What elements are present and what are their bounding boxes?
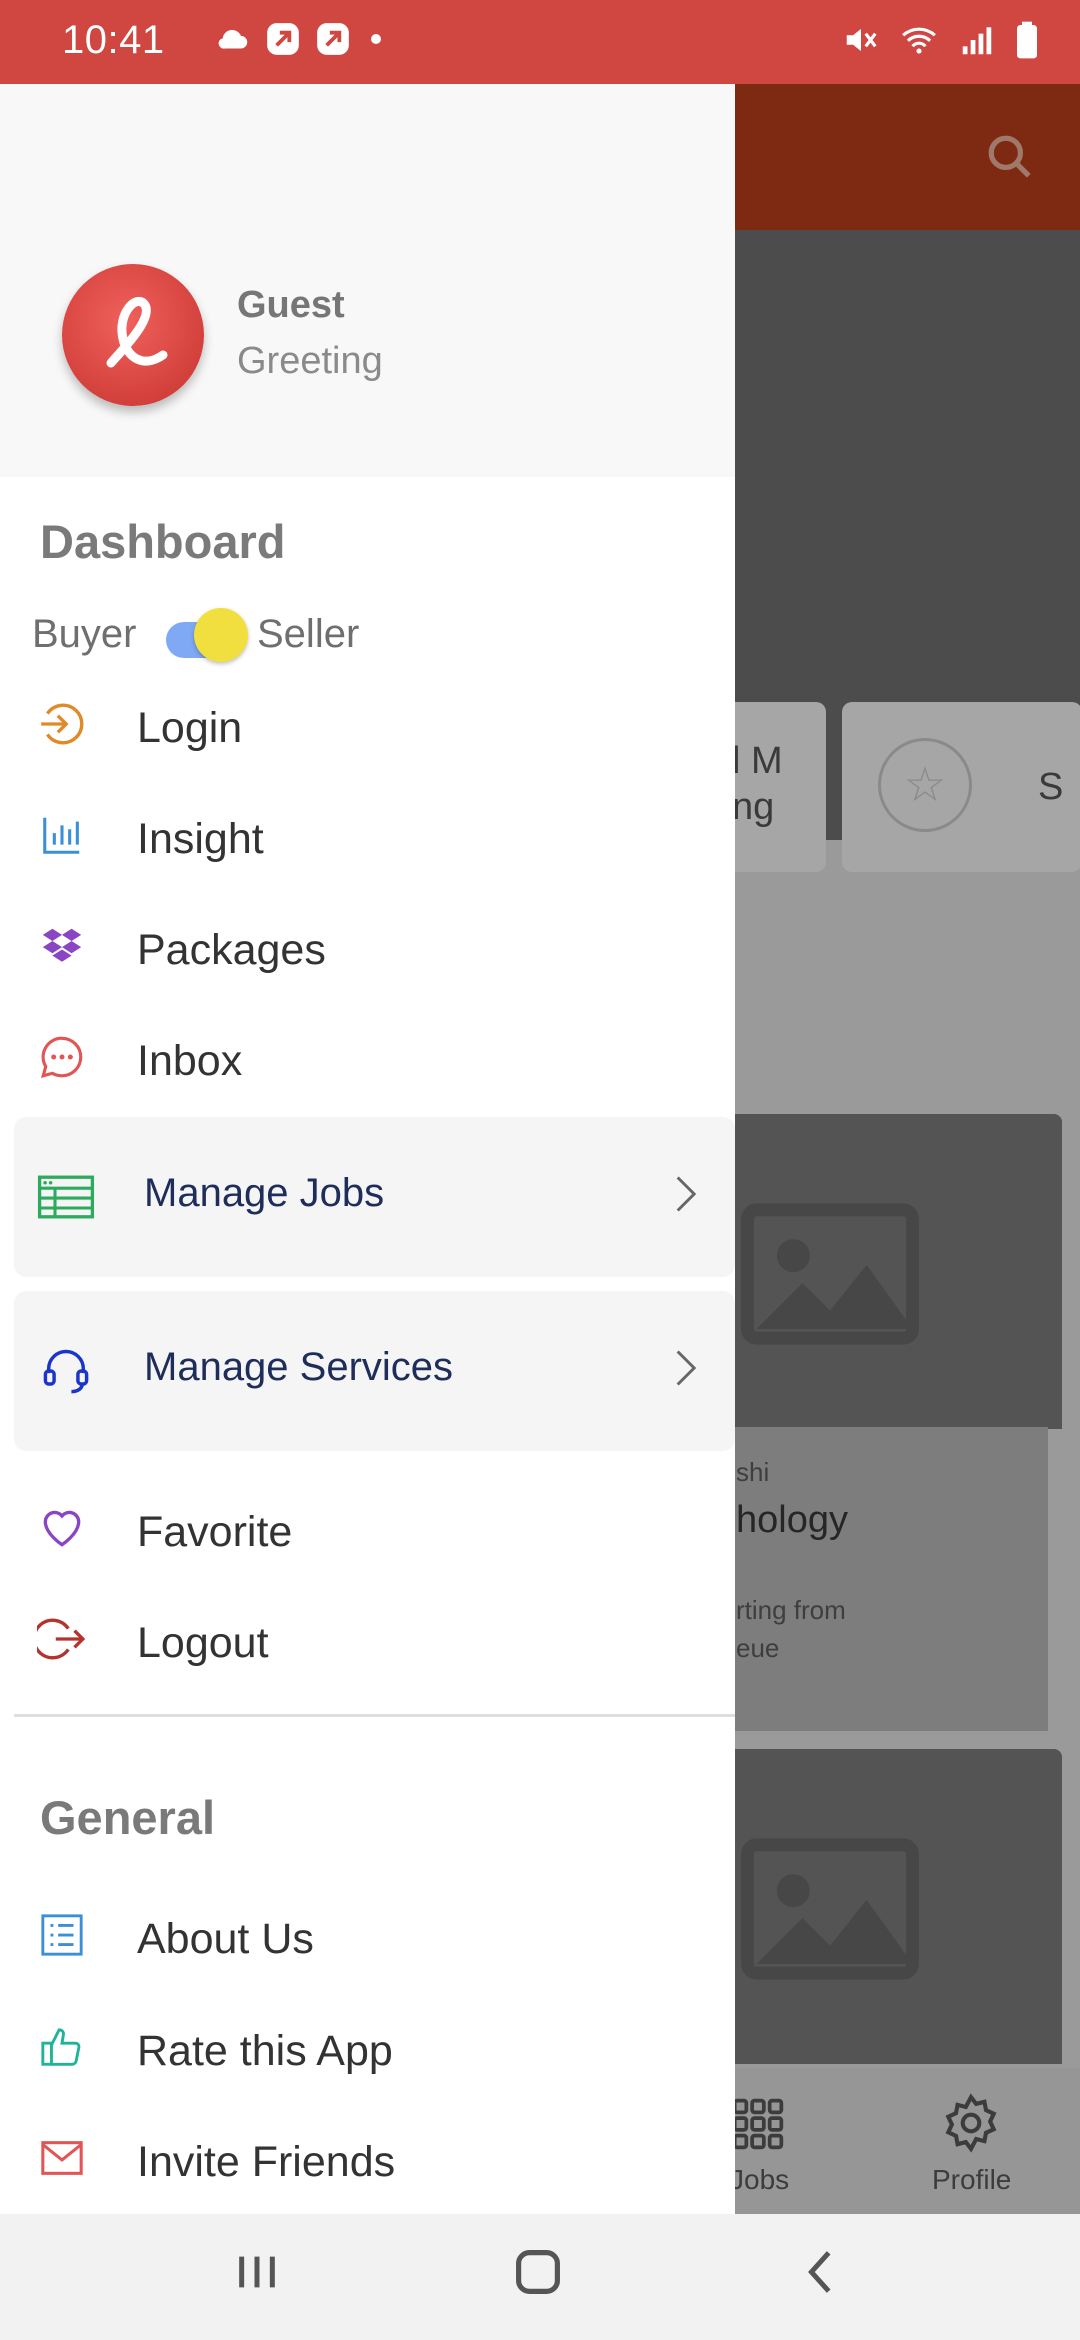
navigation-drawer: Guest Greeting Dashboard Buyer Seller Lo… [0, 84, 735, 2214]
chevron-right-icon [676, 1350, 697, 1386]
menu-label: Rate this App [137, 2027, 393, 2075]
nav-profile-label: Profile [932, 2164, 1012, 2195]
jobs-table-icon [36, 1169, 96, 1225]
card-author: shi [736, 1457, 770, 1487]
cloud-icon [218, 29, 248, 49]
system-navigation-bar [0, 2214, 1080, 2340]
list-icon [36, 1909, 88, 1961]
category-label: S [1038, 766, 1064, 808]
menu-item-invite-friends[interactable]: Invite Friends [0, 2112, 735, 2212]
service-card-image[interactable] [700, 1114, 1062, 1429]
divider [14, 1714, 735, 1717]
mute-icon [846, 28, 877, 52]
card-title: hology [736, 1499, 848, 1541]
avatar[interactable] [62, 264, 204, 406]
bottom-navigation: Jobs Profile [700, 2068, 1080, 2214]
user-name: Guest [237, 284, 345, 326]
dashboard-section-title: Dashboard [40, 515, 286, 568]
nav-jobs-label: Jobs [730, 2164, 790, 2195]
menu-item-inbox[interactable]: Inbox [0, 1011, 735, 1111]
menu-label: Packages [137, 926, 326, 974]
wifi-icon [902, 27, 936, 54]
notification-icons [214, 20, 388, 58]
menu-item-login[interactable]: Login [0, 678, 735, 778]
mail-icon [36, 2132, 88, 2184]
headset-icon [36, 1343, 96, 1399]
manage-jobs-expander[interactable]: Manage Jobs [14, 1117, 735, 1277]
menu-item-logout[interactable]: Logout [0, 1593, 735, 1693]
gear-icon[interactable] [940, 2092, 1002, 2154]
drawer-header: Guest Greeting [0, 84, 735, 477]
home-icon[interactable] [512, 2244, 564, 2300]
expander-label: Manage Jobs [144, 1171, 385, 1215]
menu-item-about-us[interactable]: About Us [0, 1889, 735, 1989]
category-label: l M [732, 740, 783, 782]
app-icon [317, 23, 349, 55]
expander-label: Manage Services [144, 1345, 454, 1389]
search-icon[interactable] [985, 132, 1035, 182]
service-card-image[interactable] [700, 1749, 1062, 2064]
thumbs-up-icon [36, 2021, 88, 2073]
menu-label: About Us [137, 1915, 314, 1963]
grid-icon[interactable] [730, 2096, 786, 2152]
menu-label: Logout [137, 1619, 269, 1667]
menu-item-insight[interactable]: Insight [0, 789, 735, 889]
image-placeholder-icon [741, 1838, 919, 1980]
menu-label: Invite Friends [137, 2138, 396, 2186]
card-price-label: rting from [736, 1595, 846, 1625]
service-card-body[interactable]: shi hology rting from eue [700, 1427, 1048, 1731]
menu-label: Favorite [137, 1508, 293, 1556]
buyer-label: Buyer [32, 612, 137, 656]
category-label: ng [732, 786, 775, 828]
toggle-thumb[interactable] [194, 608, 248, 662]
status-time: 10:41 [62, 18, 165, 62]
dropbox-icon [36, 920, 88, 972]
chart-icon [36, 809, 88, 861]
seller-label: Seller [257, 612, 360, 656]
signal-icon [962, 27, 992, 55]
menu-label: Login [137, 704, 243, 752]
user-greeting: Greeting [237, 340, 383, 382]
dot-icon [371, 34, 381, 44]
logout-icon [36, 1613, 88, 1665]
image-placeholder-icon [741, 1203, 919, 1345]
heart-icon [36, 1502, 88, 1554]
star-icon: ☆ [878, 738, 972, 832]
app-icon [267, 23, 299, 55]
menu-item-favorite[interactable]: Favorite [0, 1482, 735, 1582]
back-icon[interactable] [798, 2244, 844, 2300]
menu-item-rate-app[interactable]: Rate this App [0, 2001, 735, 2101]
system-icons [842, 20, 1040, 60]
battery-icon [1017, 21, 1037, 59]
status-bar: 10:41 [0, 0, 1080, 84]
general-section-title: General [40, 1791, 216, 1844]
chat-icon [36, 1031, 88, 1083]
login-icon [36, 698, 88, 750]
category-card[interactable]: ☆ S [842, 702, 1080, 872]
manage-services-expander[interactable]: Manage Services [14, 1291, 735, 1451]
buyer-seller-switch[interactable]: Buyer Seller [32, 604, 432, 664]
menu-label: Inbox [137, 1037, 243, 1085]
chevron-right-icon [676, 1176, 697, 1212]
menu-label: Insight [137, 815, 264, 863]
recents-icon[interactable] [234, 2244, 280, 2300]
card-price: eue [736, 1633, 780, 1663]
menu-item-packages[interactable]: Packages [0, 900, 735, 1000]
app-logo-icon [106, 297, 168, 368]
